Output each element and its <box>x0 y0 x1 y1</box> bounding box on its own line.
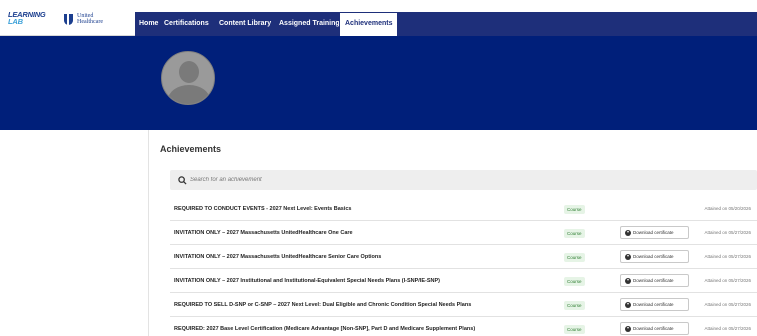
download-certificate-button[interactable]: Download certificate <box>620 322 689 335</box>
uhc-shield-icon <box>64 13 73 25</box>
logo-line-2: LAB <box>8 17 23 26</box>
uhc-line-2: Healthcare <box>77 19 103 25</box>
main-content: Achievements REQUIRED TO CONDUCT EVENTS … <box>0 130 757 336</box>
achievement-title[interactable]: REQUIRED: 2027 Base Level Certification … <box>174 317 475 336</box>
attained-date: Attained on 05/27/2026 <box>704 278 751 283</box>
type-badge: Course <box>564 277 585 286</box>
download-label: Download certificate <box>633 254 674 259</box>
nav-home[interactable]: Home <box>139 12 158 36</box>
attained-date: Attained on 05/27/2026 <box>704 326 751 331</box>
download-icon <box>625 277 631 284</box>
type-badge: Course <box>564 205 585 214</box>
download-label: Download certificate <box>633 302 674 307</box>
achievement-title[interactable]: INVITATION ONLY – 2027 Institutional and… <box>174 269 440 293</box>
download-icon <box>625 253 631 260</box>
nav-achievements[interactable]: Achievements <box>339 12 399 36</box>
achievements-list: REQUIRED TO CONDUCT EVENTS - 2027 Next L… <box>170 197 757 336</box>
list-item: REQUIRED: 2027 Base Level Certification … <box>170 317 757 336</box>
download-icon <box>625 301 631 308</box>
download-icon <box>625 325 631 332</box>
download-label: Download certificate <box>633 278 674 283</box>
list-item: INVITATION ONLY – 2027 Massachusetts Uni… <box>170 245 757 269</box>
top-bar: LEARNING LAB United Healthcare Home Cert… <box>0 0 757 36</box>
uhc-wordmark: United Healthcare <box>77 13 103 25</box>
nav-certifications[interactable]: Certifications <box>164 12 209 36</box>
unitedhealthcare-logo: United Healthcare <box>64 13 103 25</box>
achievement-title[interactable]: INVITATION ONLY – 2027 Massachusetts Uni… <box>174 245 381 269</box>
type-badge: Course <box>564 301 585 310</box>
attained-date: Attained on 05/27/2026 <box>704 254 751 259</box>
list-item: INVITATION ONLY – 2027 Massachusetts Uni… <box>170 221 757 245</box>
download-certificate-button[interactable]: Download certificate <box>620 298 689 311</box>
search-input[interactable] <box>188 170 728 190</box>
download-certificate-button[interactable]: Download certificate <box>620 226 689 239</box>
attained-date: Attained on 05/27/2026 <box>704 302 751 307</box>
type-badge: Course <box>564 229 585 238</box>
profile-banner <box>0 36 757 130</box>
list-item: INVITATION ONLY – 2027 Institutional and… <box>170 269 757 293</box>
download-certificate-button[interactable]: Download certificate <box>620 250 689 263</box>
nav-assigned-training[interactable]: Assigned Training <box>279 12 340 36</box>
list-item: REQUIRED TO CONDUCT EVENTS - 2027 Next L… <box>170 197 757 221</box>
type-badge: Course <box>564 325 585 334</box>
download-label: Download certificate <box>633 230 674 235</box>
attained-date: Attained on 05/27/2026 <box>704 230 751 235</box>
achievement-title[interactable]: REQUIRED TO SELL D-SNP or C-SNP – 2027 N… <box>174 293 471 317</box>
nav-content-library[interactable]: Content Library <box>219 12 271 36</box>
achievement-search <box>170 170 757 190</box>
avatar <box>161 51 215 105</box>
type-badge: Course <box>564 253 585 262</box>
download-label: Download certificate <box>633 326 674 331</box>
sidebar-divider <box>148 130 149 336</box>
search-icon <box>177 175 188 186</box>
avatar-body <box>168 85 210 104</box>
achievement-title[interactable]: INVITATION ONLY – 2027 Massachusetts Uni… <box>174 221 353 245</box>
main-nav: Home Certifications Content Library Assi… <box>135 12 757 36</box>
download-certificate-button[interactable]: Download certificate <box>620 274 689 287</box>
attained-date: Attained on 05/20/2026 <box>704 206 751 211</box>
achievements-title: Achievements <box>160 144 222 154</box>
download-icon <box>625 229 631 236</box>
learning-lab-logo[interactable]: LEARNING LAB <box>8 11 48 26</box>
list-item: REQUIRED TO SELL D-SNP or C-SNP – 2027 N… <box>170 293 757 317</box>
avatar-head <box>179 61 199 83</box>
achievement-title[interactable]: REQUIRED TO CONDUCT EVENTS - 2027 Next L… <box>174 197 351 221</box>
